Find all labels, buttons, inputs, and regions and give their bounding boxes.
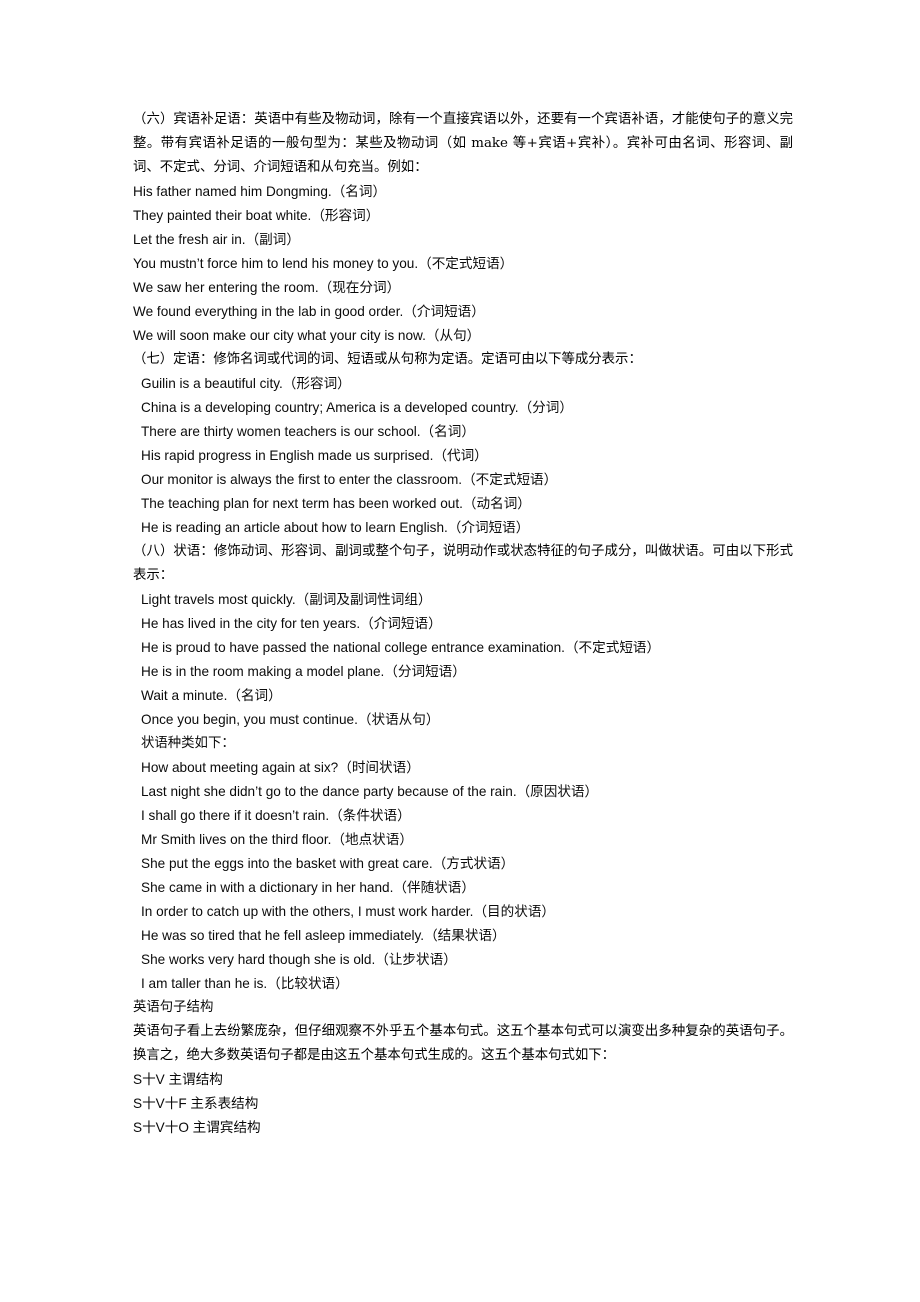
section-eight-example-2: He has lived in the city for ten years.（… <box>141 616 442 631</box>
section-eight-example-3: He is proud to have passed the national … <box>141 640 661 655</box>
sentence-pattern-2: S十V十F 主系表结构 <box>133 1096 259 1111</box>
adverbial-type-9: She works very hard though she is old.（让… <box>141 952 457 967</box>
adverbial-type-6: She came in with a dictionary in her han… <box>141 880 475 895</box>
section-six-example-4: You mustn’t force him to lend his money … <box>133 256 514 271</box>
section-six-example-1: His father named him Dongming.（名词） <box>133 184 387 199</box>
adverbial-types-intro: 状语种类如下： <box>141 736 235 751</box>
adverbial-type-2: Last night she didn’t go to the dance pa… <box>141 784 599 799</box>
adverbial-type-8: He was so tired that he fell asleep imme… <box>141 928 506 943</box>
section-six-example-2: They painted their boat white.（形容词） <box>133 208 380 223</box>
section-eight-example-5: Wait a minute.（名词） <box>141 688 282 703</box>
section-six-example-3: Let the fresh air in.（副词） <box>133 232 300 247</box>
section-seven-example-4: His rapid progress in English made us su… <box>141 448 488 463</box>
section-seven-body: （七）定语：修饰名词或代词的词、短语或从句称为定语。定语可由以下等成分表示： <box>133 352 642 367</box>
sentence-pattern-3: S十V十O 主谓宾结构 <box>133 1120 261 1135</box>
section-seven-example-6: The teaching plan for next term has been… <box>141 496 531 511</box>
adverbial-type-1: How about meeting again at six?（时间状语） <box>141 760 420 775</box>
document-text-body: （六）宾语补足语：英语中有些及物动词，除有一个直接宾语以外，还要有一个宾语补语，… <box>133 108 793 1140</box>
adverbial-type-4: Mr Smith lives on the third floor.（地点状语） <box>141 832 413 847</box>
section-eight-example-6: Once you begin, you must continue.（状语从句） <box>141 712 440 727</box>
sentence-structure-body: 英语句子看上去纷繁庞杂，但仔细观察不外乎五个基本句式。这五个基本句式可以演变出多… <box>133 1024 793 1063</box>
section-seven-example-2: China is a developing country; America i… <box>141 400 573 415</box>
adverbial-type-10: I am taller than he is.（比较状语） <box>141 976 349 991</box>
section-eight-example-1: Light travels most quickly.（副词及副词性词组） <box>141 592 432 607</box>
section-eight-body: （八）状语：修饰动词、形容词、副词或整个句子，说明动作或状态特征的句子成分，叫做… <box>133 544 793 583</box>
adverbial-type-7: In order to catch up with the others, I … <box>141 904 556 919</box>
section-six-example-5: We saw her entering the room.（现在分词） <box>133 280 401 295</box>
sentence-structure-title: 英语句子结构 <box>133 1000 214 1015</box>
section-six-example-6: We found everything in the lab in good o… <box>133 304 485 319</box>
document-page: （六）宾语补足语：英语中有些及物动词，除有一个直接宾语以外，还要有一个宾语补语，… <box>0 0 920 1302</box>
sentence-pattern-1: S十V 主谓结构 <box>133 1072 223 1087</box>
adverbial-type-5: She put the eggs into the basket with gr… <box>141 856 515 871</box>
section-seven-example-7: He is reading an article about how to le… <box>141 520 530 535</box>
section-six-body: （六）宾语补足语：英语中有些及物动词，除有一个直接宾语以外，还要有一个宾语补语，… <box>133 112 793 175</box>
adverbial-type-3: I shall go there if it doesn’t rain.（条件状… <box>141 808 411 823</box>
section-eight-example-4: He is in the room making a model plane.（… <box>141 664 466 679</box>
section-seven-example-3: There are thirty women teachers is our s… <box>141 424 475 439</box>
section-six-example-7: We will soon make our city what your cit… <box>133 328 481 343</box>
section-seven-example-1: Guilin is a beautiful city.（形容词） <box>141 376 351 391</box>
section-seven-example-5: Our monitor is always the first to enter… <box>141 472 558 487</box>
